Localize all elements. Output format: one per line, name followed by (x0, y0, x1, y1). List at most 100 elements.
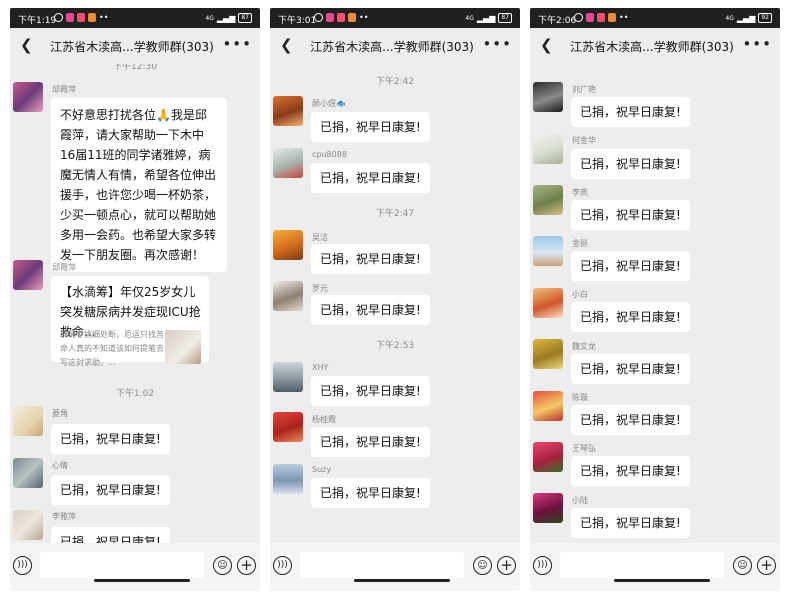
message-bubble[interactable]: 已捐，祝早日康复! (311, 112, 430, 142)
sender-name: 陈璇 (572, 393, 588, 402)
sender-name: 金挺 (572, 239, 588, 248)
message-list[interactable]: 下午2:42 顾小煜🐟 已捐，祝早日康复! cpu8088 已捐，祝早日康复! … (270, 64, 520, 543)
chat-title: 江苏省木渎高...学教师群(303) (570, 40, 734, 54)
message-bubble[interactable]: 已捐，祝早日康复! (571, 302, 690, 332)
avatar[interactable] (273, 362, 303, 392)
app-notification-icon (326, 13, 334, 22)
app-notification-icon (586, 13, 594, 22)
sender-name: 顾小煜🐟 (312, 99, 346, 108)
sender-name: 邱霞萍 (52, 85, 76, 94)
avatar[interactable] (533, 442, 563, 472)
timestamp: 下午12:30 (113, 64, 157, 72)
more-icon[interactable]: ••• (482, 35, 512, 53)
avatar[interactable] (533, 134, 563, 164)
message-list[interactable]: 下午12:30 邱霞萍 不好意思打扰各位🙏我是邱霞萍，请大家帮助一下木中16届1… (10, 64, 260, 543)
card-thumbnail (165, 330, 201, 364)
back-icon[interactable]: ❮ (280, 36, 293, 54)
plus-icon[interactable]: + (497, 556, 516, 575)
message-bubble[interactable]: 已捐，祝早日康复! (571, 149, 690, 179)
phone-screen-3: 下午2:06 •• 4G ▂▄▆ 92 ❮ 江苏省木渎高...学教师群(303)… (530, 8, 780, 591)
avatar[interactable] (13, 458, 43, 488)
avatar[interactable] (13, 406, 43, 436)
message-bubble[interactable]: 已捐，祝早日康复! (571, 354, 690, 384)
avatar[interactable] (273, 230, 303, 260)
message-bubble[interactable]: 已捐，祝早日康复! (51, 527, 170, 543)
home-indicator[interactable] (614, 579, 710, 582)
message-bubble[interactable]: 已捐，祝早日康复! (311, 295, 430, 325)
avatar[interactable] (13, 510, 43, 540)
avatar[interactable] (13, 82, 43, 112)
voice-icon[interactable]: ))) (273, 556, 292, 575)
avatar[interactable] (533, 493, 563, 523)
input-bar: ))) ☺ + (530, 543, 780, 591)
avatar[interactable] (533, 288, 563, 318)
more-icon[interactable]: ••• (742, 35, 772, 53)
message-bubble[interactable]: 已捐，祝早日康复! (571, 251, 690, 281)
link-card-bubble[interactable]: 【水滴筹】年仅25岁女儿突发糖尿病并发症现ICU抢救命... 麻绳专挑细处断，厄… (51, 276, 209, 367)
chat-header: ❮ 江苏省木渎高...学教师群(303) ••• (10, 28, 260, 64)
message-bubble[interactable]: 已捐，祝早日康复! (311, 163, 430, 193)
avatar[interactable] (533, 391, 563, 421)
message-bubble[interactable]: 已捐，祝早日康复! (311, 427, 430, 457)
avatar[interactable] (13, 260, 43, 290)
timestamp: 下午2:53 (375, 341, 415, 351)
sender-name: cpu8088 (312, 150, 347, 159)
sender-name: 刘广艳 (572, 85, 596, 94)
status-time: 下午2:06 (538, 16, 577, 26)
overflow-dots-icon: •• (359, 13, 369, 22)
voice-icon[interactable]: ))) (533, 556, 552, 575)
app-notification-icon (88, 13, 96, 22)
app-notification-icon (66, 13, 74, 22)
status-bar: 下午2:06 •• 4G ▂▄▆ 92 (530, 8, 780, 28)
back-icon[interactable]: ❮ (540, 36, 553, 54)
message-input[interactable] (40, 552, 204, 578)
message-input[interactable] (300, 552, 464, 578)
notification-icons: •• (54, 13, 108, 22)
emoji-icon[interactable]: ☺ (473, 556, 492, 575)
sender-name: 王琴弘 (572, 444, 596, 453)
voice-icon[interactable]: ))) (13, 556, 32, 575)
sender-name: 魏文龙 (572, 342, 596, 351)
message-bubble[interactable]: 已捐，祝早日康复! (571, 456, 690, 486)
message-input[interactable] (560, 552, 724, 578)
plus-icon[interactable]: + (237, 556, 256, 575)
home-indicator[interactable] (94, 579, 190, 582)
chat-title: 江苏省木渎高...学教师群(303) (310, 40, 474, 54)
sender-name: 小陆 (572, 496, 588, 505)
avatar[interactable] (533, 185, 563, 215)
avatar[interactable] (533, 236, 563, 266)
avatar[interactable] (273, 412, 303, 442)
more-icon[interactable]: ••• (222, 35, 252, 53)
sender-name: 心情 (52, 461, 68, 470)
back-icon[interactable]: ❮ (20, 36, 33, 54)
message-bubble[interactable]: 已捐，祝早日康复! (571, 508, 690, 538)
sender-name: 李雅萍 (52, 512, 76, 521)
emoji-icon[interactable]: ☺ (733, 556, 752, 575)
message-list[interactable]: 刘广艳 已捐，祝早日康复! 何金华 已捐，祝早日康复! 李燕 已捐，祝早日康复!… (530, 64, 780, 543)
message-bubble[interactable]: 已捐，祝早日康复! (311, 244, 430, 274)
message-bubble[interactable]: 已捐，祝早日康复! (571, 200, 690, 230)
message-bubble[interactable]: 已捐，祝早日康复! (311, 478, 430, 508)
sender-name: Suzy (312, 465, 332, 474)
battery-icon: 87 (498, 13, 512, 23)
app-notification-icon (608, 13, 616, 22)
timestamp: 下午2:42 (375, 77, 415, 87)
avatar[interactable] (273, 464, 303, 494)
emoji-icon[interactable]: ☺ (213, 556, 232, 575)
home-indicator[interactable] (354, 579, 450, 582)
avatar[interactable] (533, 82, 563, 112)
avatar[interactable] (273, 148, 303, 178)
message-bubble[interactable]: 不好意思打扰各位🙏我是邱霞萍，请大家帮助一下木中16届11班的同学诸雅婷，病魔无… (51, 98, 227, 272)
timestamp: 下午2:47 (375, 209, 415, 219)
message-bubble[interactable]: 已捐，祝早日康复! (51, 475, 170, 505)
message-bubble[interactable]: 已捐，祝早日康复! (51, 424, 170, 454)
message-bubble[interactable]: 已捐，祝早日康复! (571, 97, 690, 127)
avatar[interactable] (533, 339, 563, 369)
avatar[interactable] (273, 281, 303, 311)
sender-name: 吴洁 (312, 233, 328, 242)
avatar[interactable] (273, 96, 303, 126)
chat-header: ❮ 江苏省木渎高...学教师群(303) ••• (270, 28, 520, 64)
message-bubble[interactable]: 已捐，祝早日康复! (571, 405, 690, 435)
plus-icon[interactable]: + (757, 556, 776, 575)
message-bubble[interactable]: 已捐，祝早日康复! (311, 376, 430, 406)
